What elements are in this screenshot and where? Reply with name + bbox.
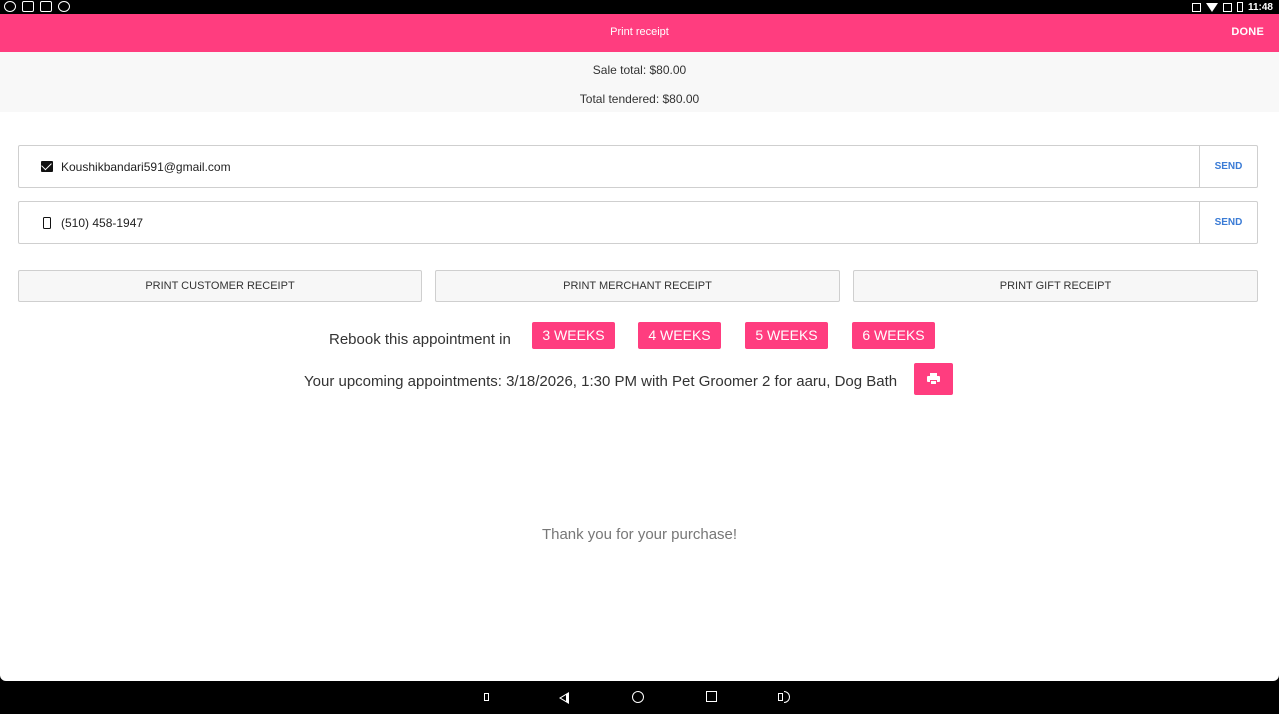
- sms-receipt-field[interactable]: (510) 458-1947 SEND: [18, 201, 1258, 244]
- print-appointment-button[interactable]: [914, 363, 953, 395]
- clock: 11:48: [1247, 1, 1273, 13]
- system-icons: 11:48: [1191, 0, 1273, 14]
- rebook-4-weeks-button[interactable]: 4 WEEKS: [638, 322, 721, 349]
- wifi-icon: [1205, 2, 1218, 12]
- phone-input[interactable]: (510) 458-1947: [61, 216, 143, 230]
- sync-notification-icon: [58, 1, 70, 12]
- rebook-6-weeks-button[interactable]: 6 WEEKS: [852, 322, 935, 349]
- rebook-3-weeks-button[interactable]: 3 WEEKS: [532, 322, 615, 349]
- phone-icon: [43, 217, 51, 229]
- sale-total: Sale total: $80.00: [592, 63, 687, 77]
- app-bar: Print receipt DONE: [0, 14, 1279, 52]
- rebook-5-weeks-button[interactable]: 5 WEEKS: [745, 322, 828, 349]
- email-input[interactable]: Koushikbandari591@gmail.com: [61, 160, 231, 174]
- print-merchant-receipt-button[interactable]: PRINT MERCHANT RECEIPT: [435, 270, 840, 302]
- send-email-button[interactable]: SEND: [1199, 146, 1257, 187]
- print-customer-receipt-button[interactable]: PRINT CUSTOMER RECEIPT: [18, 270, 422, 302]
- rebook-label: Rebook this appointment in: [329, 331, 511, 348]
- signal-icon: [1222, 2, 1232, 12]
- totals-panel: Sale total: $80.00 Total tendered: $80.0…: [0, 52, 1279, 112]
- back-icon[interactable]: [559, 692, 569, 704]
- upcoming-appointments: Your upcoming appointments: 3/18/2026, 1…: [304, 373, 898, 390]
- send-sms-button[interactable]: SEND: [1199, 202, 1257, 243]
- printer-icon: [927, 373, 940, 385]
- status-bar: 11:48: [0, 0, 1279, 14]
- app-notification-icon: [4, 1, 16, 12]
- done-button[interactable]: DONE: [1231, 26, 1264, 38]
- volume-up-icon[interactable]: [778, 691, 790, 703]
- email-icon: [41, 161, 53, 172]
- page-title: Print receipt: [610, 26, 669, 38]
- navigation-bar: [0, 681, 1279, 714]
- battery-icon: [1236, 2, 1243, 12]
- email-receipt-field[interactable]: Koushikbandari591@gmail.com SEND: [18, 145, 1258, 188]
- thank-you-message: Thank you for your purchase!: [541, 526, 738, 543]
- volume-down-icon[interactable]: [484, 691, 496, 703]
- total-tendered: Total tendered: $80.00: [579, 92, 700, 106]
- cast-icon: [1191, 2, 1201, 12]
- gmail-notification-icon: [40, 1, 52, 12]
- media-notification-icon: [22, 1, 34, 12]
- print-receipt-screen: Print receipt DONE Sale total: $80.00 To…: [0, 14, 1279, 681]
- notification-icons: [4, 1, 70, 12]
- home-icon[interactable]: [632, 691, 644, 703]
- recent-apps-icon[interactable]: [706, 691, 717, 702]
- print-gift-receipt-button[interactable]: PRINT GIFT RECEIPT: [853, 270, 1258, 302]
